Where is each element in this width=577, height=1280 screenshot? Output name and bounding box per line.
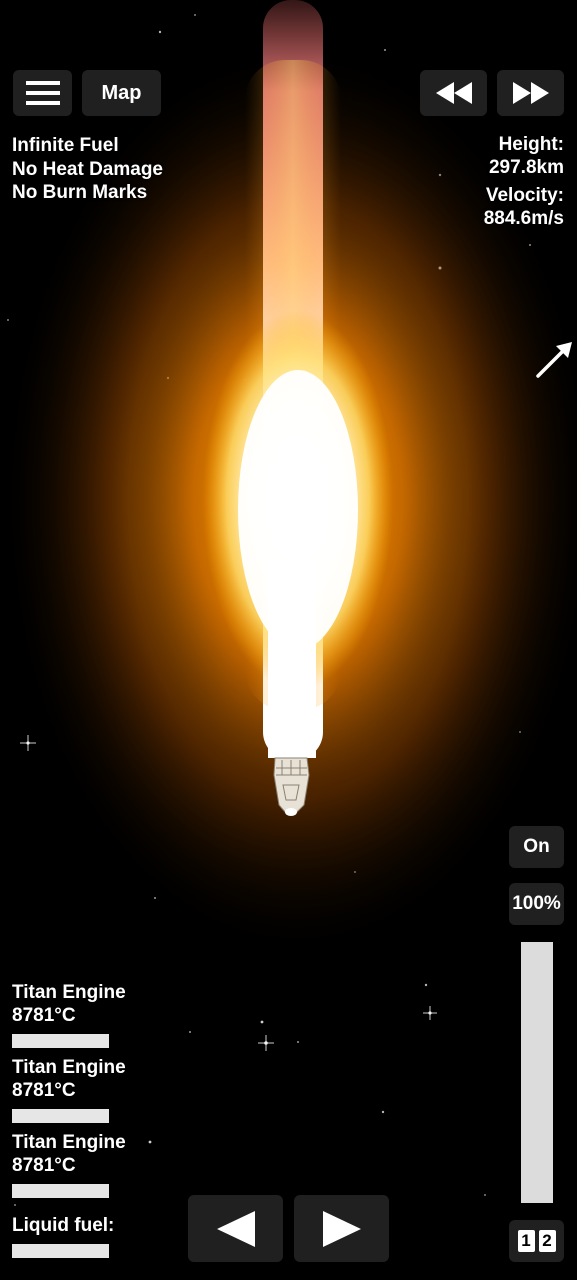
liquid-fuel-bar: [12, 1244, 109, 1258]
stage-2-icon: 2: [538, 1230, 556, 1252]
direction-arrow-icon: [536, 342, 572, 378]
height-label: Height:: [498, 134, 564, 155]
engine-3-temp: 8781°C: [12, 1155, 76, 1176]
engine-1-temp: 8781°C: [12, 1005, 76, 1026]
throttle-slider[interactable]: [521, 942, 553, 1203]
rewind-button[interactable]: [420, 70, 487, 116]
engine-toggle-button[interactable]: On: [509, 826, 564, 868]
menu-button[interactable]: [13, 70, 72, 116]
cheat-infinite-fuel: Infinite Fuel: [12, 135, 119, 156]
engine-2-temp: 8781°C: [12, 1080, 76, 1101]
throttle-slider-fill: [521, 942, 553, 1203]
fast-forward-button[interactable]: [497, 70, 564, 116]
level-fill: [12, 1244, 109, 1258]
level-fill: [12, 1109, 109, 1123]
cheat-list: Infinite Fuel No Heat Damage No Burn Mar…: [12, 134, 163, 205]
engine-1-name: Titan Engine: [12, 982, 126, 1003]
stage-indicator[interactable]: 1 2: [509, 1220, 564, 1262]
rotate-right-button[interactable]: [294, 1195, 389, 1262]
level-fill: [12, 1034, 109, 1048]
fast-forward-icon: [512, 82, 549, 104]
cheat-no-burn-marks: No Burn Marks: [12, 182, 148, 203]
velocity-label: Velocity:: [485, 185, 564, 206]
engine-3-name: Titan Engine: [12, 1132, 126, 1153]
rotate-left-button[interactable]: [188, 1195, 283, 1262]
engine-2-heat-bar: [12, 1109, 109, 1123]
liquid-fuel-label: Liquid fuel:: [12, 1215, 115, 1236]
rewind-icon: [435, 82, 472, 104]
engine-2-name: Titan Engine: [12, 1057, 126, 1078]
stage-1-icon: 1: [517, 1230, 535, 1252]
rotate-right-icon: [322, 1210, 361, 1247]
cheat-no-heat-damage: No Heat Damage: [12, 158, 163, 180]
velocity-value: 884.6m/s: [483, 207, 564, 229]
engine-1-heat-bar: [12, 1034, 109, 1048]
throttle-percent-display: 100%: [509, 883, 564, 925]
hamburger-menu-icon: [25, 81, 60, 105]
height-value: 297.8km: [488, 156, 564, 178]
level-fill: [12, 1184, 109, 1198]
engine-3-heat-bar: [12, 1184, 109, 1198]
flame-nozzle-column: [268, 560, 316, 758]
telemetry-panel: Height: 297.8km Velocity: 884.6m/s: [484, 134, 564, 230]
rotate-left-icon: [216, 1210, 255, 1247]
map-button[interactable]: Map: [82, 70, 161, 116]
